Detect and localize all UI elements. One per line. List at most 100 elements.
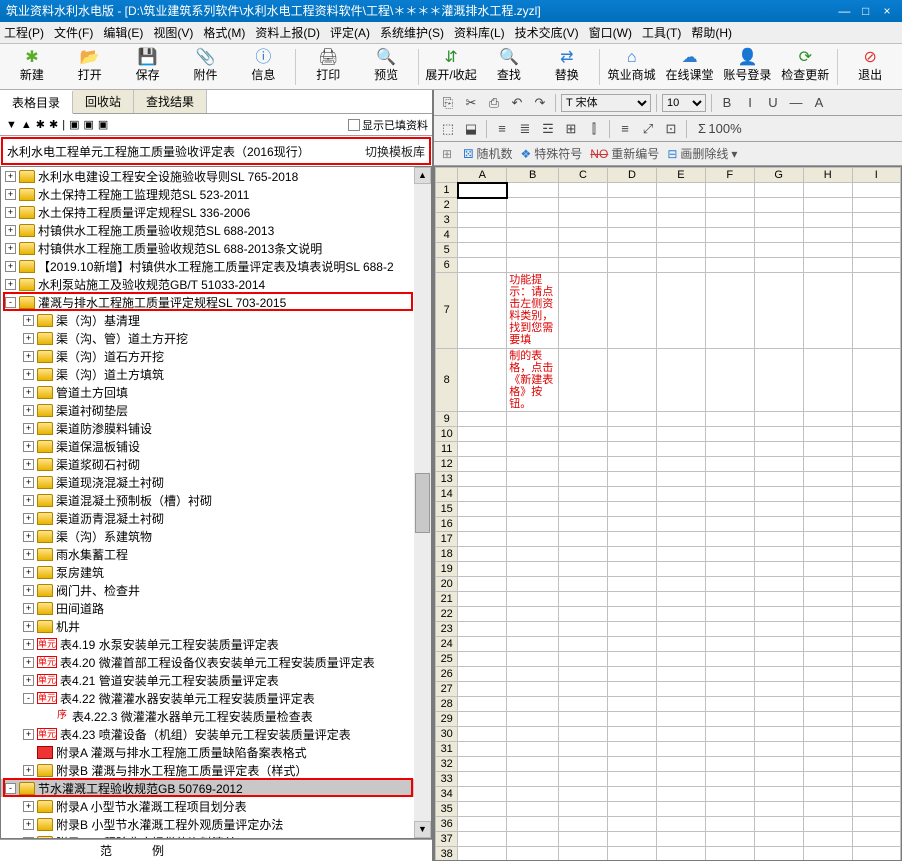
scroll-down-icon[interactable]: ▼	[414, 821, 431, 838]
layout-icon-0[interactable]: ⬚	[438, 119, 458, 139]
cell-36-9[interactable]	[852, 817, 900, 832]
tree-row-13[interactable]: +渠道衬砌垫层	[1, 401, 431, 419]
template-tree[interactable]: +水利水电建设工程安全设施验收导则SL 765-2018+水土保持工程施工监理规…	[0, 166, 432, 839]
cell-15-1[interactable]	[458, 502, 507, 517]
cell-6-1[interactable]	[458, 258, 507, 273]
cell-2-6[interactable]	[705, 198, 754, 213]
col-header-A[interactable]: A	[458, 168, 507, 183]
cell-34-9[interactable]	[852, 787, 900, 802]
cell-29-3[interactable]	[558, 712, 607, 727]
row-header-28[interactable]: 28	[436, 697, 458, 712]
cell-17-5[interactable]	[656, 532, 705, 547]
cell-35-6[interactable]	[705, 802, 754, 817]
minimize-button[interactable]: —	[835, 0, 853, 22]
cell-31-6[interactable]	[705, 742, 754, 757]
mini-tool-3[interactable]: ✱	[47, 119, 60, 131]
cell-15-3[interactable]	[558, 502, 607, 517]
cell-11-9[interactable]	[852, 442, 900, 457]
cell-28-1[interactable]	[458, 697, 507, 712]
cell-21-3[interactable]	[558, 592, 607, 607]
cell-20-3[interactable]	[558, 577, 607, 592]
cell-13-3[interactable]	[558, 472, 607, 487]
scroll-thumb[interactable]	[415, 473, 430, 533]
cell-14-8[interactable]	[803, 487, 852, 502]
cell-23-6[interactable]	[705, 622, 754, 637]
cell-4-9[interactable]	[852, 228, 900, 243]
cell-25-6[interactable]	[705, 652, 754, 667]
cell-17-1[interactable]	[458, 532, 507, 547]
cell-14-5[interactable]	[656, 487, 705, 502]
tree-row-26[interactable]: +单元表4.19 水泵安装单元工程安装质量评定表	[1, 635, 431, 653]
tree-toggle-icon[interactable]: +	[5, 243, 16, 254]
cell-34-7[interactable]	[754, 787, 803, 802]
font-style-icon-4[interactable]: A	[809, 93, 829, 113]
cell-11-7[interactable]	[754, 442, 803, 457]
menu-item-9[interactable]: 技术交底(V)	[515, 26, 579, 40]
cell-19-7[interactable]	[754, 562, 803, 577]
cell-37-3[interactable]	[558, 832, 607, 847]
cell-10-2[interactable]	[507, 427, 559, 442]
row-header-24[interactable]: 24	[436, 637, 458, 652]
toolbar-筑业商城[interactable]: ⌂筑业商城	[604, 45, 660, 89]
tree-toggle-icon[interactable]: +	[23, 459, 34, 470]
layout-icon-3[interactable]: ≡	[492, 119, 512, 139]
tree-row-29[interactable]: -单元表4.22 微灌灌水器安装单元工程安装质量评定表	[1, 689, 431, 707]
cell-3-4[interactable]	[607, 213, 656, 228]
menu-item-4[interactable]: 格式(M)	[203, 26, 245, 40]
tree-scrollbar[interactable]: ▲ ▼	[414, 167, 431, 838]
tree-toggle-icon[interactable]: +	[23, 729, 34, 740]
cell-38-5[interactable]	[656, 847, 705, 861]
cell-3-5[interactable]	[656, 213, 705, 228]
cell-37-7[interactable]	[754, 832, 803, 847]
cell-9-1[interactable]	[458, 412, 507, 427]
cell-36-6[interactable]	[705, 817, 754, 832]
cell-2-2[interactable]	[507, 198, 559, 213]
cell-19-8[interactable]	[803, 562, 852, 577]
cell-12-7[interactable]	[754, 457, 803, 472]
cell-17-4[interactable]	[607, 532, 656, 547]
cell-16-7[interactable]	[754, 517, 803, 532]
cell-8-3[interactable]	[558, 348, 607, 411]
cell-23-1[interactable]	[458, 622, 507, 637]
toolbar-附件[interactable]: 📎附件	[178, 45, 234, 89]
cell-5-3[interactable]	[558, 243, 607, 258]
cell-23-2[interactable]	[507, 622, 559, 637]
tree-toggle-icon[interactable]: +	[23, 531, 34, 542]
tree-row-24[interactable]: +田间道路	[1, 599, 431, 617]
tree-toggle-icon[interactable]: +	[23, 495, 34, 506]
cell-16-6[interactable]	[705, 517, 754, 532]
cell-6-2[interactable]	[507, 258, 559, 273]
cell-18-2[interactable]	[507, 547, 559, 562]
cell-37-8[interactable]	[803, 832, 852, 847]
cell-21-4[interactable]	[607, 592, 656, 607]
cell-11-6[interactable]	[705, 442, 754, 457]
cell-34-8[interactable]	[803, 787, 852, 802]
tree-row-25[interactable]: +机井	[1, 617, 431, 635]
cell-13-7[interactable]	[754, 472, 803, 487]
cell-34-1[interactable]	[458, 787, 507, 802]
cell-16-3[interactable]	[558, 517, 607, 532]
cell-38-8[interactable]	[803, 847, 852, 861]
cell-23-4[interactable]	[607, 622, 656, 637]
cell-27-8[interactable]	[803, 682, 852, 697]
layout-icon-9[interactable]: ≡	[615, 119, 635, 139]
cell-31-7[interactable]	[754, 742, 803, 757]
row-header-36[interactable]: 36	[436, 817, 458, 832]
row-header-3[interactable]: 3	[436, 213, 458, 228]
cell-12-2[interactable]	[507, 457, 559, 472]
row-header-8[interactable]: 8	[436, 348, 458, 411]
menu-item-12[interactable]: 帮助(H)	[691, 26, 732, 40]
tree-row-3[interactable]: +村镇供水工程施工质量验收规范SL 688-2013	[1, 221, 431, 239]
cell-25-7[interactable]	[754, 652, 803, 667]
cell-36-2[interactable]	[507, 817, 559, 832]
font-style-icon-2[interactable]: U	[763, 93, 783, 113]
cell-29-1[interactable]	[458, 712, 507, 727]
cell-33-2[interactable]	[507, 772, 559, 787]
cell-38-7[interactable]	[754, 847, 803, 861]
toolbar-打印[interactable]: 🖨打印	[300, 45, 356, 89]
cell-24-2[interactable]	[507, 637, 559, 652]
cell-36-4[interactable]	[607, 817, 656, 832]
cell-34-6[interactable]	[705, 787, 754, 802]
cell-31-9[interactable]	[852, 742, 900, 757]
cell-17-6[interactable]	[705, 532, 754, 547]
